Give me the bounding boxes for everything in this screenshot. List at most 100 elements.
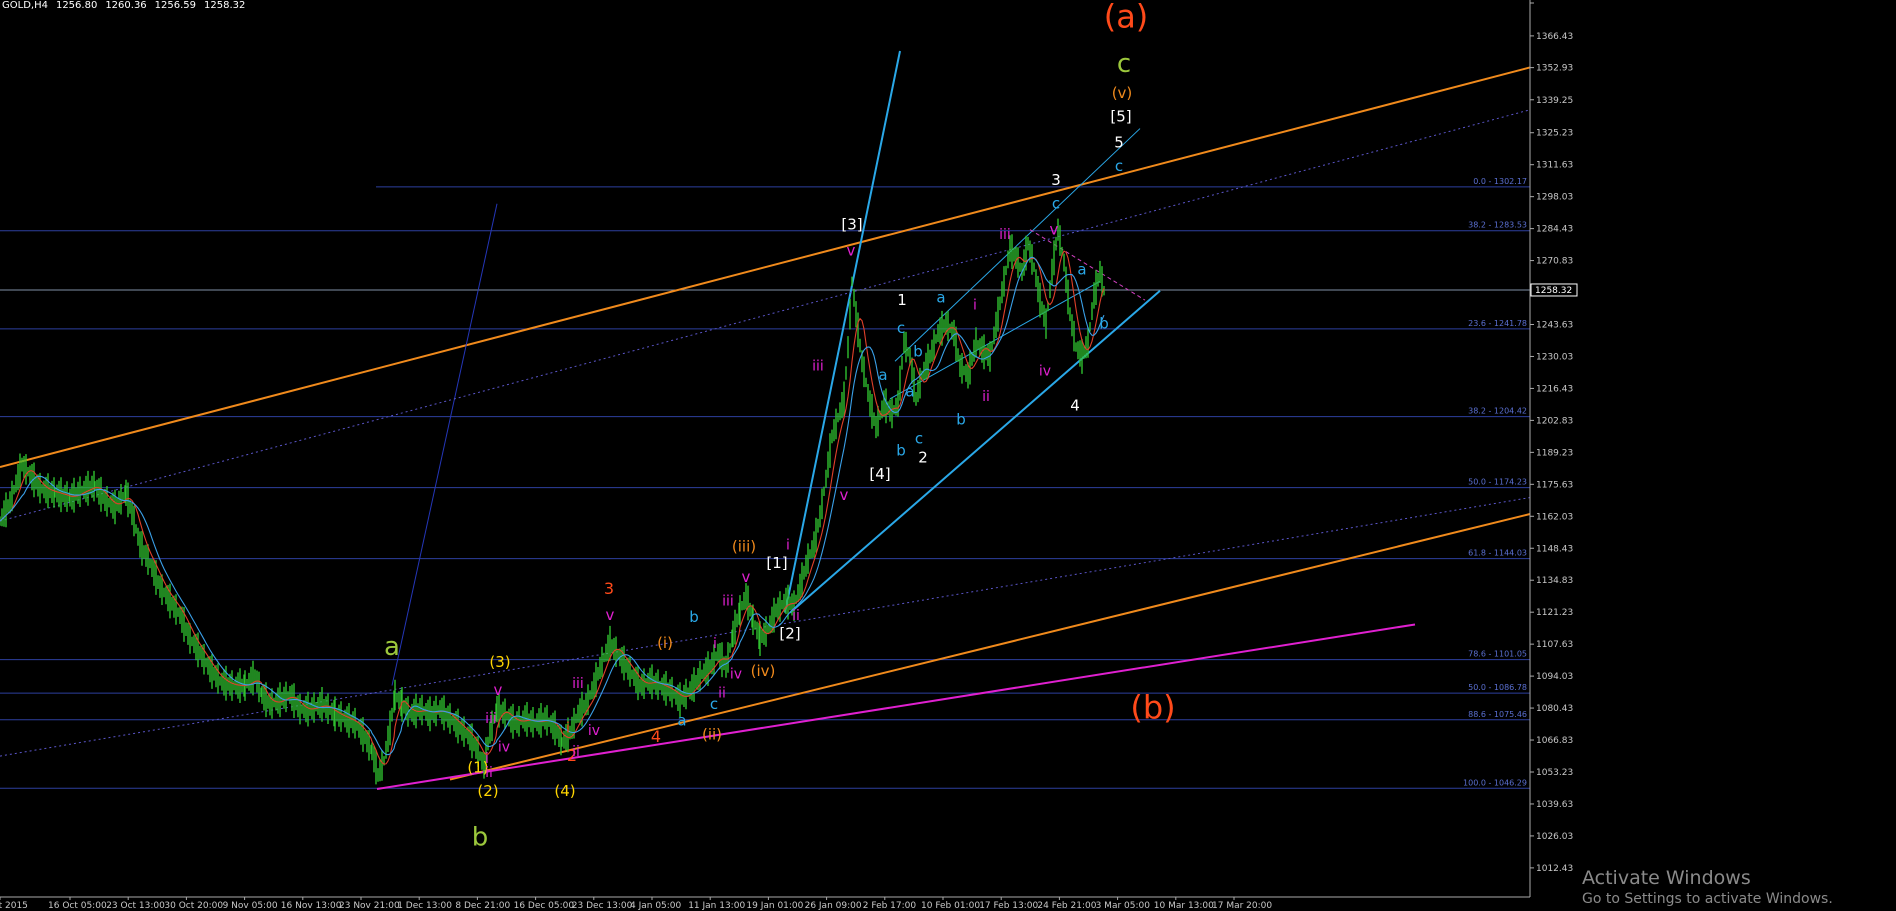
- trendline: [0, 109, 1531, 522]
- watermark-title: Activate Windows: [1582, 867, 1751, 889]
- y-axis-tick-label: 1270.83: [1536, 257, 1573, 267]
- y-axis-tick-label: 1325.23: [1536, 129, 1573, 139]
- wave-label: v: [847, 241, 856, 259]
- x-axis-tick-label: 9 Nov 05:00: [223, 901, 278, 911]
- y-axis-tick-label: 1066.83: [1536, 736, 1573, 746]
- symbol-label: GOLD,H4: [2, 0, 48, 11]
- x-axis-tick-label: 16 Oct 05:00: [48, 901, 107, 911]
- wave-label: b: [1099, 314, 1109, 332]
- trendline: [784, 50, 901, 613]
- wave-label: (i): [657, 634, 673, 652]
- wave-label: ii: [792, 608, 800, 624]
- wave-label: v: [1050, 220, 1059, 238]
- y-axis-tick-label: 1162.03: [1536, 512, 1573, 522]
- wave-label: v: [606, 606, 615, 624]
- x-axis-tick-label: 4 Jan 05:00: [630, 901, 682, 911]
- wave-label: 4: [1070, 397, 1080, 415]
- x-axis-tick-label: 17 Mar 20:00: [1212, 901, 1272, 911]
- wave-label: a: [905, 382, 914, 400]
- wave-label: c: [915, 430, 923, 448]
- fib-level-label: 100.0 - 1046.29: [1463, 778, 1527, 787]
- y-axis-tick-label: 1202.83: [1536, 416, 1573, 426]
- y-axis-tick-label: 1216.43: [1536, 384, 1573, 394]
- wave-label: v: [840, 486, 849, 504]
- wave-label: i: [713, 636, 717, 652]
- wave-label: iii: [485, 711, 497, 727]
- price-chart[interactable]: 0.0 - 1302.17 38.2 - 1283.53 23.6 - 1241.7…: [0, 0, 1896, 911]
- x-axis-tick-label: 17 Feb 13:00: [979, 901, 1038, 911]
- wave-label: c: [710, 695, 718, 713]
- x-axis-tick-label: 23 Nov 21:00: [339, 901, 400, 911]
- fib-level-label: 38.2 - 1204.42: [1468, 407, 1527, 416]
- activate-windows-watermark: Activate Windows Go to Settings to activ…: [1582, 867, 1833, 907]
- x-axis-tick-label: 10 Feb 01:00: [921, 901, 980, 911]
- wave-label: a: [1077, 260, 1086, 278]
- wave-label: 3: [604, 579, 614, 598]
- fib-level-label: 0.0 - 1302.17: [1473, 177, 1527, 186]
- low-value: 1256.59: [154, 0, 197, 11]
- wave-label: i: [566, 721, 570, 737]
- wave-label: iii: [572, 676, 584, 692]
- fib-level-label: 23.6 - 1241.78: [1468, 319, 1527, 328]
- wave-label: [2]: [779, 625, 800, 643]
- wave-label: b: [896, 441, 906, 459]
- wave-label: (iv): [751, 662, 776, 680]
- wave-label: c: [1117, 49, 1131, 79]
- y-axis-tick-label: 1230.03: [1536, 352, 1573, 362]
- x-axis-tick-label: 1 Dec 13:00: [397, 901, 452, 911]
- trendline: [0, 497, 1531, 757]
- wave-label: iii: [722, 594, 734, 610]
- wave-label: iv: [588, 723, 600, 739]
- close-value: 1258.32: [204, 0, 246, 11]
- wave-label: a: [384, 632, 400, 662]
- x-axis-tick-label: 3 Mar 05:00: [1096, 901, 1151, 911]
- y-axis-tick-label: 1134.83: [1536, 576, 1573, 586]
- x-axis-tick-label: 16 Dec 05:00: [514, 901, 575, 911]
- wave-label: (b): [1130, 688, 1175, 726]
- fib-level-label: 50.0 - 1086.78: [1468, 683, 1527, 692]
- wave-label: ii: [982, 389, 990, 405]
- wave-label: iii: [999, 227, 1011, 243]
- x-axis-tick-label: 10 Mar 13:00: [1154, 901, 1214, 911]
- wave-label: 2: [918, 448, 928, 466]
- x-axis-tick-label: 11 Jan 13:00: [688, 901, 745, 911]
- y-axis-tick-label: 1352.93: [1536, 64, 1573, 74]
- high-value: 1260.36: [105, 0, 147, 11]
- y-axis-tick-label: 1026.03: [1536, 832, 1573, 842]
- wave-label: iv: [730, 667, 742, 683]
- x-axis-tick-label: 26 Jan 09:00: [805, 901, 862, 911]
- wave-label: 1: [897, 291, 907, 309]
- wave-label: v: [494, 681, 503, 699]
- wave-label: iv: [498, 739, 510, 755]
- y-axis-tick-label: 1094.03: [1536, 672, 1573, 682]
- fib-level-label: 61.8 - 1144.03: [1468, 549, 1527, 558]
- x-axis-tick-label: 30 Oct 20:00: [164, 901, 223, 911]
- wave-label: iii: [812, 359, 824, 375]
- x-axis-tick-label: 19 Jan 01:00: [746, 901, 803, 911]
- y-axis-tick-label: 1080.43: [1536, 704, 1573, 714]
- wave-label: c: [1052, 194, 1060, 212]
- wave-label: iv: [1039, 363, 1051, 379]
- y-axis-tick-label: 1175.63: [1536, 480, 1573, 490]
- fib-level-label: 78.6 - 1101.05: [1468, 650, 1527, 659]
- x-axis-tick-label: 2 Oct 2015: [0, 901, 28, 911]
- y-axis-tick-label: 1053.23: [1536, 768, 1573, 778]
- x-axis-tick-label: 2 Feb 17:00: [863, 901, 917, 911]
- y-axis-tick-label: 1121.23: [1536, 608, 1573, 618]
- wave-label: 5: [1114, 133, 1124, 151]
- x-axis-tick-label: 16 Nov 13:00: [281, 901, 342, 911]
- wave-label: ii: [718, 685, 726, 701]
- x-axis-tick-label: 8 Dec 21:00: [455, 901, 510, 911]
- watermark-subtitle: Go to Settings to activate Windows.: [1582, 891, 1833, 907]
- wave-label: i: [973, 298, 977, 314]
- wave-label: (v): [1112, 84, 1133, 102]
- wave-label: 4: [651, 727, 661, 746]
- wave-label: a: [878, 366, 887, 384]
- y-axis-tick-label: 1189.23: [1536, 448, 1573, 458]
- wave-label: (iii): [732, 538, 756, 556]
- y-axis-tick-label: 1243.63: [1536, 321, 1573, 331]
- open-value: 1256.80: [55, 0, 98, 11]
- wave-label: c: [1115, 157, 1123, 175]
- wave-label: ii: [485, 765, 493, 781]
- wave-label: (3): [489, 653, 510, 671]
